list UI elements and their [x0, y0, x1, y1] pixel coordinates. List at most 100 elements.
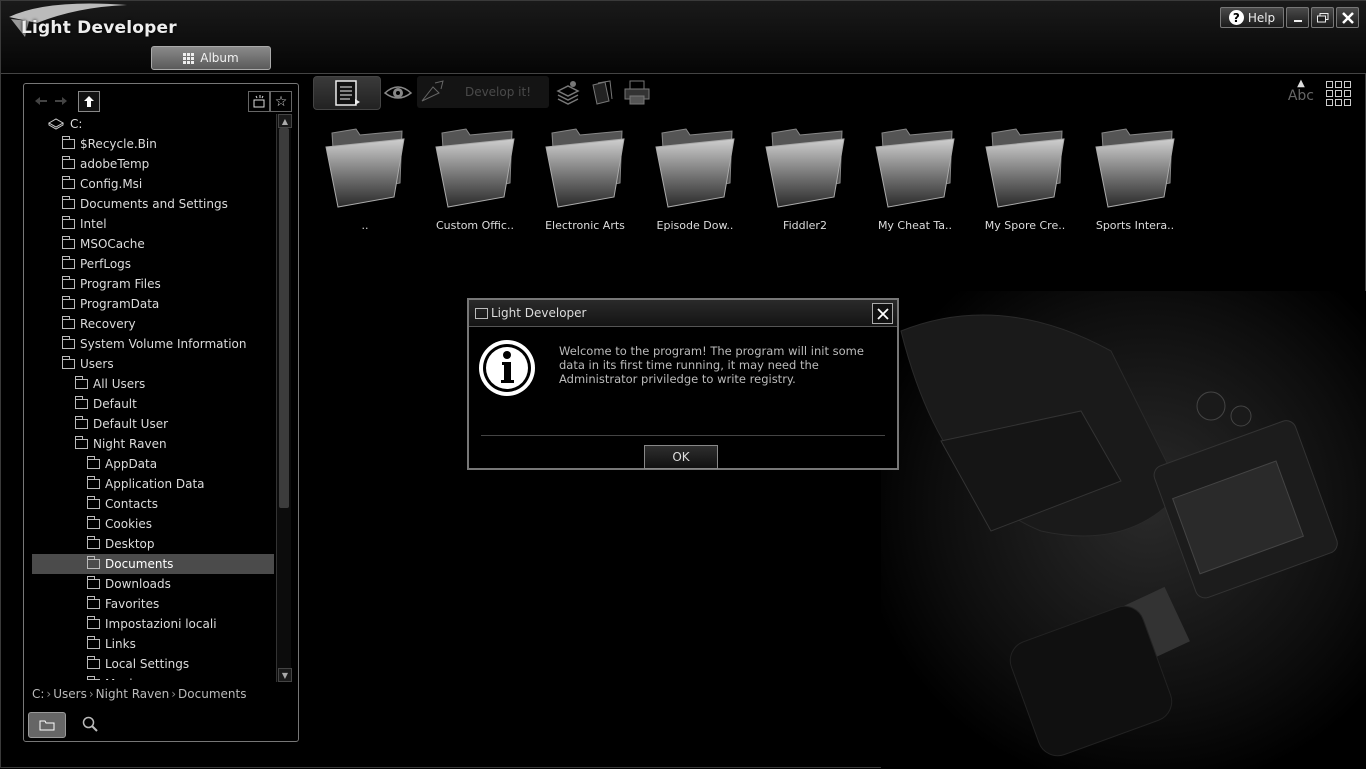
tree-item-label: Documents — [105, 557, 174, 571]
tree-item[interactable]: Recovery — [32, 314, 274, 334]
tree-item-label: Users — [80, 357, 114, 371]
info-icon — [479, 340, 535, 396]
tree-scrollbar[interactable]: ▲ ▼ — [276, 114, 292, 682]
restore-button[interactable] — [1311, 7, 1334, 28]
minimize-button[interactable] — [1286, 7, 1309, 28]
tree-item[interactable]: Favorites — [32, 594, 274, 614]
tree-item[interactable]: Local Settings — [32, 654, 274, 674]
stack-icon — [556, 81, 580, 105]
tree-item-label: System Volume Information — [80, 337, 247, 351]
dialog-close-button[interactable] — [872, 303, 893, 324]
tree-item-label: Downloads — [105, 577, 171, 591]
sort-by-name-button[interactable]: ▲ Abc — [1287, 78, 1314, 104]
list-view-button[interactable] — [313, 76, 381, 110]
folder-thumbnail[interactable]: Episode Dow.. — [640, 125, 750, 232]
tree-item[interactable]: adobeTemp — [32, 154, 274, 174]
tree-item[interactable]: Default — [32, 394, 274, 414]
new-folder-button[interactable] — [248, 91, 270, 112]
scroll-thumb[interactable] — [279, 128, 289, 508]
arrow-left-icon — [35, 97, 47, 105]
breadcrumb-item[interactable]: C: — [32, 687, 44, 701]
tree-item[interactable]: ProgramData — [32, 294, 274, 314]
folder-label: Fiddler2 — [783, 219, 827, 232]
tree-item[interactable]: Users — [32, 354, 274, 374]
tree-item[interactable]: Contacts — [32, 494, 274, 514]
folder-thumbnail[interactable]: Fiddler2 — [750, 125, 860, 232]
tree-item[interactable]: Documents and Settings — [32, 194, 274, 214]
album-tab[interactable]: Album — [151, 46, 271, 70]
close-button[interactable] — [1336, 7, 1359, 28]
tree-item[interactable]: Downloads — [32, 574, 274, 594]
tree-item[interactable]: Desktop — [32, 534, 274, 554]
ok-button[interactable]: OK — [644, 445, 718, 469]
folder-mode-button[interactable] — [28, 712, 66, 738]
tree-item[interactable]: MSOCache — [32, 234, 274, 254]
develop-button[interactable]: Develop it! — [417, 76, 549, 108]
tree-item[interactable]: System Volume Information — [32, 334, 274, 354]
tree-item[interactable]: Application Data — [32, 474, 274, 494]
tree-item[interactable]: $Recycle.Bin — [32, 134, 274, 154]
folder-icon — [62, 236, 75, 249]
scroll-up-icon[interactable]: ▲ — [278, 114, 292, 128]
copy-button[interactable] — [587, 76, 617, 108]
tree-item-label: adobeTemp — [80, 157, 150, 171]
tree-item-label: Links — [105, 637, 136, 651]
minimize-icon — [1293, 19, 1302, 22]
sort-label: Abc — [1287, 88, 1314, 104]
tree-item[interactable]: Config.Msi — [32, 174, 274, 194]
help-button[interactable]: ? Help — [1220, 7, 1284, 28]
list-icon — [335, 80, 360, 106]
folder-nav-bar: ☆ — [30, 90, 292, 112]
batch-button[interactable] — [553, 76, 583, 108]
tree-item[interactable]: Documents — [32, 554, 274, 574]
favorite-button[interactable]: ☆ — [270, 91, 292, 112]
folder-icon — [87, 556, 100, 569]
dialog-title-bar: Light Developer — [469, 300, 897, 327]
tree-item[interactable]: Intel — [32, 214, 274, 234]
tree-item[interactable]: Impostazioni locali — [32, 614, 274, 634]
folder-thumbnail[interactable]: Custom Offic.. — [420, 125, 530, 232]
pages-icon — [592, 80, 613, 105]
tree-item-label: Desktop — [105, 537, 155, 551]
breadcrumb-item[interactable]: Documents — [178, 687, 246, 701]
breadcrumb-item[interactable]: Users — [53, 687, 87, 701]
search-icon — [82, 716, 98, 732]
tree-item[interactable]: Cookies — [32, 514, 274, 534]
tree-item[interactable]: AppData — [32, 454, 274, 474]
folder-icon — [62, 216, 75, 229]
folder-icon — [62, 356, 75, 369]
tree-item[interactable]: All Users — [32, 374, 274, 394]
folder-icon — [39, 720, 55, 731]
folder-thumbnail[interactable]: Sports Intera.. — [1080, 125, 1190, 232]
folder-thumbnail[interactable]: My Spore Cre.. — [970, 125, 1080, 232]
tree-item[interactable]: Music — [32, 674, 274, 680]
folder-label: Custom Offic.. — [436, 219, 514, 232]
drive-icon — [48, 118, 64, 130]
new-folder-icon — [253, 95, 265, 108]
folder-icon — [87, 596, 100, 609]
scroll-down-icon[interactable]: ▼ — [278, 668, 292, 682]
folder-tree: C: $Recycle.Bin adobeTemp Config.Msi Docume… — [32, 114, 274, 680]
tree-item[interactable]: Program Files — [32, 274, 274, 294]
folder-icon — [75, 436, 88, 449]
breadcrumb-item[interactable]: Night Raven — [96, 687, 170, 701]
tree-item-label: Default User — [93, 417, 169, 431]
parent-folder-button[interactable] — [78, 91, 100, 112]
preview-button[interactable] — [383, 76, 413, 108]
tree-item-drive-c[interactable]: C: — [48, 114, 274, 134]
album-tab-label: Album — [200, 51, 239, 65]
tree-item[interactable]: Links — [32, 634, 274, 654]
search-mode-button[interactable] — [72, 712, 108, 736]
arrow-up-icon — [84, 96, 94, 107]
folder-thumbnail[interactable]: Electronic Arts — [530, 125, 640, 232]
folder-thumbnail[interactable]: .. — [310, 125, 420, 232]
folder-label: My Spore Cre.. — [984, 219, 1066, 232]
folder-thumbnail[interactable]: My Cheat Ta.. — [860, 125, 970, 232]
tree-item[interactable]: PerfLogs — [32, 254, 274, 274]
back-button[interactable] — [32, 92, 50, 110]
print-button[interactable] — [621, 76, 653, 108]
thumbnail-grid-icon[interactable] — [1326, 81, 1351, 106]
tree-item[interactable]: Night Raven — [32, 434, 274, 454]
forward-button[interactable] — [52, 92, 70, 110]
tree-item[interactable]: Default User — [32, 414, 274, 434]
